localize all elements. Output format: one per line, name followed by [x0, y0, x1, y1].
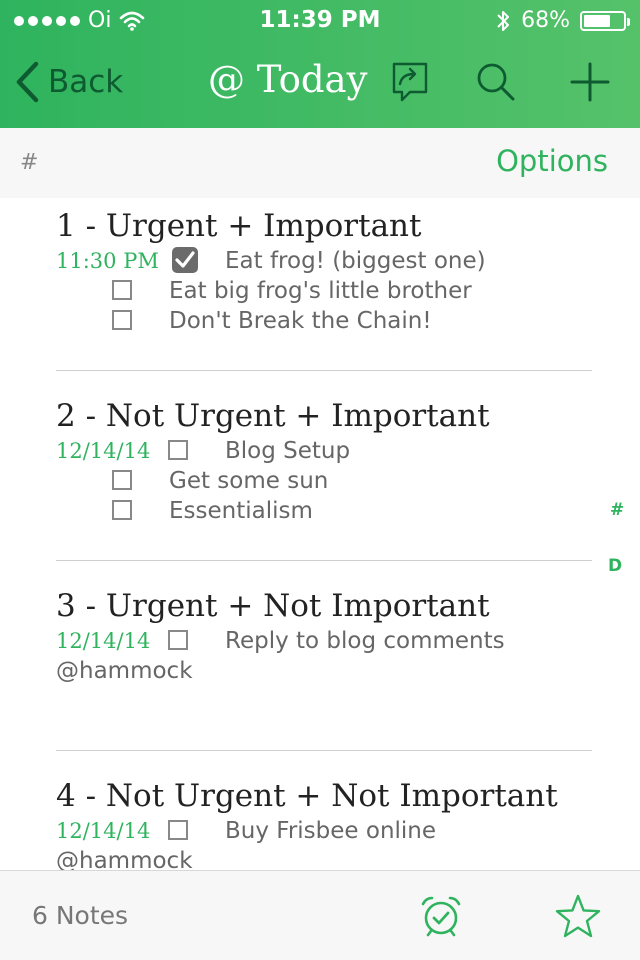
status-right: 68%	[495, 8, 630, 33]
task-date: 12/14/14	[56, 439, 151, 463]
task-row: Essentialism	[56, 496, 592, 526]
task-checkbox[interactable]	[112, 280, 132, 300]
status-bar: Oi 11:39 PM 68%	[0, 0, 640, 40]
task-date: 12/14/14	[56, 819, 151, 843]
bluetooth-icon	[497, 10, 510, 31]
task-text: Eat big frog's little brother	[169, 278, 472, 304]
note-title: 2 - Not Urgent + Important	[56, 398, 490, 434]
battery-fill	[584, 14, 610, 27]
battery-percent: 68%	[521, 8, 570, 33]
task-text: Reply to blog comments	[225, 628, 505, 654]
note-urgent-not-important[interactable]: 3 - Urgent + Not Important 12/14/14 Repl…	[56, 586, 592, 686]
nav-bar: Back @ Today	[0, 40, 640, 128]
share-button[interactable]	[388, 60, 432, 104]
note-urgent-important[interactable]: 1 - Urgent + Important 11:30 PM Eat frog…	[56, 206, 592, 336]
task-row: 12/14/14 Reply to blog comments	[56, 626, 592, 656]
context-tag: @hammock	[56, 658, 193, 684]
task-text: Don't Break the Chain!	[169, 308, 432, 334]
alarm-clock-icon	[421, 896, 461, 937]
share-chat-icon	[392, 62, 428, 102]
task-checkbox[interactable]	[168, 820, 188, 840]
sort-hash-label: #	[20, 150, 39, 175]
options-button[interactable]: Options	[496, 144, 608, 178]
task-checkbox[interactable]	[168, 440, 188, 460]
task-checkbox[interactable]	[112, 310, 132, 330]
divider	[56, 750, 592, 751]
page-title: @ Today	[208, 58, 368, 101]
task-checkbox[interactable]	[112, 500, 132, 520]
list-subheader: # Options	[0, 128, 640, 198]
divider	[56, 370, 592, 371]
reminders-button[interactable]	[418, 893, 464, 939]
note-title: 1 - Urgent + Important	[56, 208, 422, 244]
note-title: 4 - Not Urgent + Not Important	[56, 778, 558, 814]
header: Oi 11:39 PM 68% Back @ Today	[0, 0, 640, 128]
search-icon	[477, 63, 515, 101]
task-checkbox[interactable]	[168, 630, 188, 650]
task-row: 12/14/14 Buy Frisbee online	[56, 816, 592, 846]
bottom-bar: 6 Notes	[0, 870, 640, 960]
task-text: Buy Frisbee online	[225, 818, 437, 844]
note-title: 3 - Urgent + Not Important	[56, 588, 490, 624]
shortcuts-button[interactable]	[555, 893, 601, 939]
plus-icon	[570, 62, 610, 102]
task-text: Eat frog! (biggest one)	[225, 248, 486, 274]
search-button[interactable]	[474, 60, 518, 104]
task-row: 11:30 PM Eat frog! (biggest one)	[56, 246, 592, 276]
chevron-left-icon	[16, 61, 39, 103]
task-text: Blog Setup	[225, 438, 351, 464]
note-list: 1 - Urgent + Important 11:30 PM Eat frog…	[0, 198, 640, 870]
notes-count: 6 Notes	[32, 901, 129, 930]
task-date: 11:30 PM	[56, 249, 159, 273]
add-note-button[interactable]	[568, 60, 612, 104]
task-row: Don't Break the Chain!	[56, 306, 592, 336]
battery-icon	[580, 10, 630, 31]
task-row: Eat big frog's little brother	[56, 276, 592, 306]
note-not-urgent-important[interactable]: 2 - Not Urgent + Important 12/14/14 Blog…	[56, 396, 592, 526]
section-index-hash[interactable]: #	[610, 500, 624, 520]
task-row: 12/14/14 Blog Setup	[56, 436, 592, 466]
task-checkbox[interactable]	[112, 470, 132, 490]
divider	[56, 560, 592, 561]
task-date: 12/14/14	[56, 629, 151, 653]
star-icon	[555, 894, 601, 938]
task-text: Essentialism	[169, 498, 313, 524]
back-label: Back	[48, 64, 124, 100]
task-checkbox-checked[interactable]	[172, 247, 198, 273]
checkmark-icon	[175, 251, 195, 268]
task-row: Get some sun	[56, 466, 592, 496]
context-tag: @hammock	[56, 848, 193, 870]
task-text: Get some sun	[169, 468, 329, 494]
note-not-urgent-not-important[interactable]: 4 - Not Urgent + Not Important 12/14/14 …	[56, 776, 592, 870]
back-button[interactable]: Back	[14, 60, 123, 104]
section-index-d[interactable]: D	[608, 556, 622, 576]
